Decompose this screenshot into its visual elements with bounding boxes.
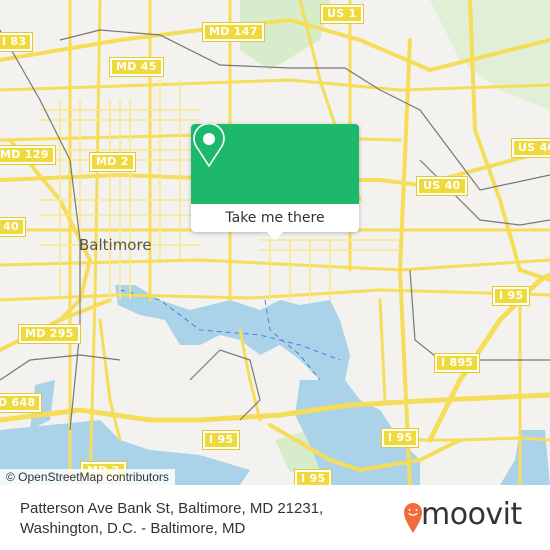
footer: Patterson Ave Bank St, Baltimore, MD 212… [0,485,550,550]
route-shield-md45: MD 45 [109,57,164,77]
address-line-2: Washington, D.C. - Baltimore, MD [20,520,246,537]
route-shield-i95: I 95 [380,428,420,448]
city-label-baltimore: Baltimore [79,236,152,254]
route-shield-i83: I 83 [0,32,34,52]
route-shield-i895: I 895 [433,353,481,373]
location-pin-icon [193,124,225,167]
map-view[interactable]: Baltimore I 83 MD 147 US 1 MD 45 MD 129 … [0,0,550,485]
route-shield-md295: MD 295 [18,324,81,344]
route-shield-us40: US 40 [416,176,468,196]
address-line-1: Patterson Ave Bank St, Baltimore, MD 212… [20,500,324,517]
route-shield-i95: I 95 [491,286,531,306]
location-popup: Take me there [191,124,359,240]
route-shield-i95: I 95 [293,469,333,485]
popup-pointer [267,232,283,240]
address: Patterson Ave Bank St, Baltimore, MD 212… [20,499,323,539]
route-shield-md2: MD 2 [89,152,136,172]
take-me-there-button[interactable]: Take me there [191,204,359,232]
route-shield-md147: MD 147 [202,22,265,42]
route-shield-us40: US 40 [511,138,550,158]
map-attribution[interactable]: © OpenStreetMap contributors [0,469,175,485]
route-shield-md129: MD 129 [0,145,56,165]
route-shield-i95: I 95 [201,430,241,450]
popup-header [191,124,359,204]
route-shield-md648: D 648 [0,393,43,413]
route-shield-us40: 40 [0,217,26,237]
moovit-wordmark: moovit [421,497,522,532]
route-shield-us1: US 1 [320,4,364,24]
moovit-pin-icon [404,503,422,533]
